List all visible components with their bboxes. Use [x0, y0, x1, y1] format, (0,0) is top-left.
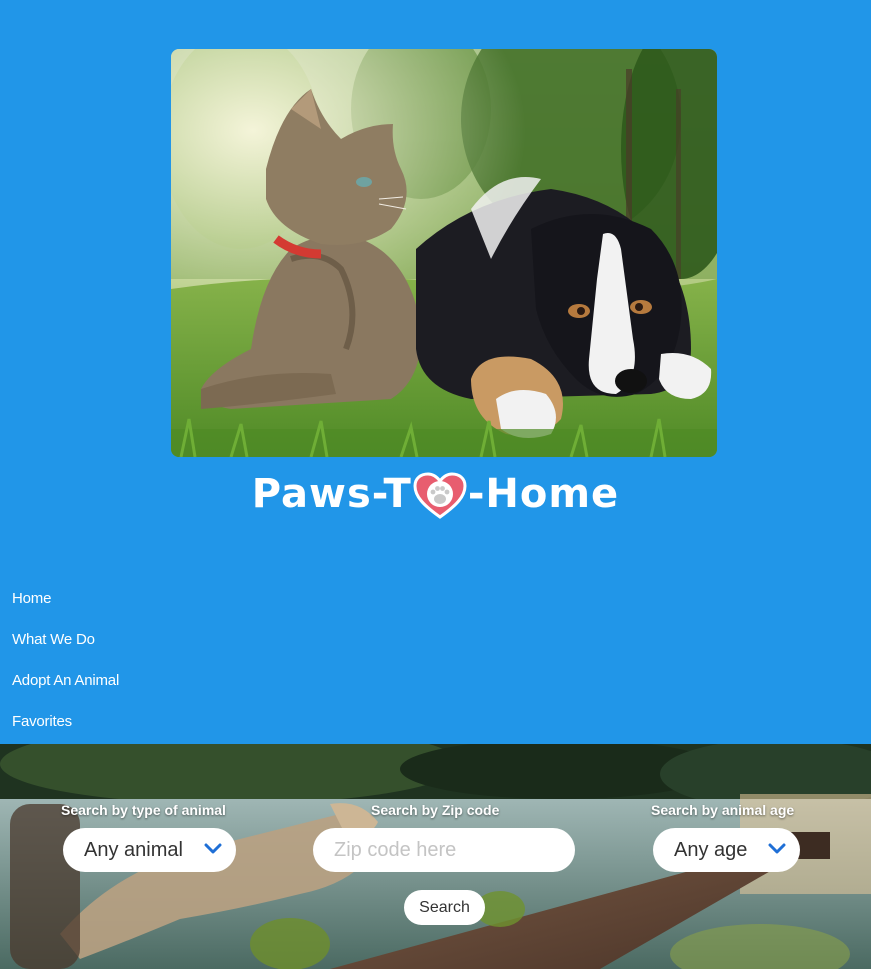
animal-age-value: Any age	[674, 838, 748, 861]
chevron-down-icon	[768, 843, 786, 854]
animal-type-select[interactable]: Any animal	[63, 828, 236, 872]
nav-item-home[interactable]: Home	[12, 587, 119, 628]
nav-item-adopt-an-animal[interactable]: Adopt An Animal	[12, 669, 119, 710]
logo-text-after: -Home	[467, 471, 620, 517]
search-banner: Search by type of animal Any animal Sear…	[0, 744, 871, 969]
main-nav: Home What We Do Adopt An Animal Favorite…	[12, 587, 119, 751]
animal-type-label: Search by type of animal	[61, 802, 226, 818]
page: Paws-T -Home Home What We Do Adopt An An…	[0, 0, 871, 969]
zip-code-label: Search by Zip code	[371, 802, 500, 818]
heart-paw-icon	[413, 472, 467, 520]
hero-photo-cat-and-puppy	[171, 49, 717, 457]
animal-type-value: Any animal	[84, 838, 183, 861]
animal-age-label: Search by animal age	[651, 802, 795, 818]
animal-age-select[interactable]: Any age	[653, 828, 800, 872]
search-button[interactable]: Search	[404, 890, 485, 925]
nav-item-what-we-do[interactable]: What We Do	[12, 628, 119, 669]
site-logo[interactable]: Paws-T -Home	[0, 462, 871, 526]
logo-text-before: Paws-T	[251, 471, 412, 517]
zip-code-input[interactable]	[313, 828, 575, 872]
chevron-down-icon	[204, 843, 222, 854]
